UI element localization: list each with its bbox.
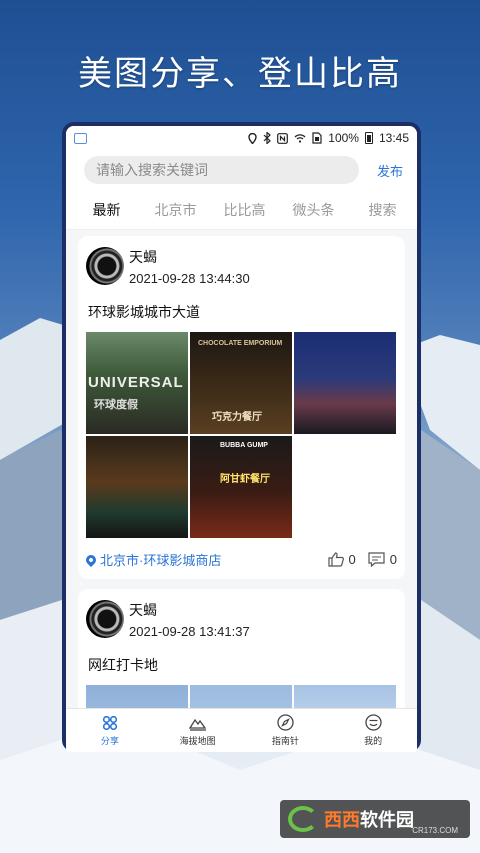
nfc-icon — [277, 132, 289, 144]
profile-icon — [364, 714, 382, 731]
clock: 13:45 — [378, 131, 409, 145]
status-bar: 100% 13:45 — [66, 126, 417, 150]
category-tabs: 最新 北京市 比比高 微头条 搜索 — [66, 190, 417, 230]
battery-percent: 100% — [328, 131, 359, 145]
photo-thumbnail[interactable]: BUBBA GUMP 阿甘虾餐厅 — [190, 436, 292, 538]
bottom-navigation: 分享 海拔地图 指南针 我的 — [66, 708, 417, 752]
tab-beijing[interactable]: 北京市 — [141, 190, 210, 230]
avatar[interactable] — [86, 600, 124, 638]
photo-caption: 巧克力餐厅 — [212, 412, 262, 423]
photo-caption: UNIVERSAL — [88, 374, 184, 391]
watermark-url: CR173.COM — [412, 826, 458, 835]
post-meta: 北京市·环球影城商店 0 0 — [83, 550, 397, 569]
like-count: 0 — [348, 552, 356, 567]
bluetooth-icon — [263, 132, 272, 144]
nav-compass[interactable]: 指南针 — [242, 709, 330, 752]
search-row: 发布 — [66, 150, 417, 190]
location-text: 北京市·环球影城商店 — [100, 553, 222, 568]
mountain-map-icon — [188, 718, 206, 731]
photo-thumbnail[interactable] — [86, 436, 188, 538]
tab-micro-headlines[interactable]: 微头条 — [279, 190, 348, 230]
tab-latest[interactable]: 最新 — [72, 190, 141, 230]
like-button[interactable]: 0 — [327, 552, 356, 567]
comment-icon — [368, 552, 385, 567]
author-name: 天蝎 — [129, 601, 157, 618]
sim-card-icon — [312, 132, 322, 144]
watermark-text: 西西软件园 — [324, 810, 414, 830]
photo-caption: BUBBA GUMP — [220, 442, 268, 449]
tab-search[interactable]: 搜索 — [348, 190, 417, 230]
photo-caption: 阿甘虾餐厅 — [220, 474, 270, 485]
photo-thumbnail[interactable]: CHOCOLATE EMPORIUM 巧克力餐厅 — [190, 332, 292, 434]
nav-profile[interactable]: 我的 — [329, 709, 417, 752]
phone-frame: 100% 13:45 发布 最新 北京市 比比高 微头条 搜索 天蝎 2021-… — [62, 122, 421, 752]
thumbs-up-icon — [327, 552, 344, 567]
location-pin-icon — [83, 552, 99, 567]
post-card[interactable]: 天蝎 2021-09-28 13:44:30 环球影城城市大道 UNIVERSA… — [78, 236, 405, 579]
headline: 美图分享、登山比高 — [78, 55, 402, 93]
post-time: 2021-09-28 13:44:30 — [129, 270, 250, 286]
post-time: 2021-09-28 13:41:37 — [129, 623, 250, 639]
watermark: 西西软件园 CR173.COM — [280, 800, 470, 838]
share-icon — [102, 715, 117, 730]
post-title: 环球影城城市大道 — [88, 304, 200, 320]
app-screen: 100% 13:45 发布 最新 北京市 比比高 微头条 搜索 天蝎 2021-… — [66, 126, 417, 752]
post-title: 网红打卡地 — [88, 657, 158, 673]
comment-button[interactable]: 0 — [368, 552, 397, 567]
nav-altitude-map[interactable]: 海拔地图 — [154, 709, 242, 752]
avatar[interactable] — [86, 247, 124, 285]
nav-share[interactable]: 分享 — [66, 709, 154, 752]
post-author: 天蝎 2021-09-28 13:41:37 — [86, 597, 397, 641]
app-notification-icon — [74, 132, 87, 144]
search-input[interactable] — [84, 156, 359, 184]
author-name: 天蝎 — [129, 248, 157, 265]
battery-icon — [364, 132, 373, 144]
nav-label: 分享 — [100, 735, 119, 746]
photo-thumbnail[interactable] — [294, 332, 396, 434]
nav-label: 海拔地图 — [179, 735, 216, 746]
photo-caption: CHOCOLATE EMPORIUM — [198, 340, 283, 347]
nav-label: 指南针 — [271, 736, 299, 746]
post-author: 天蝎 2021-09-28 13:44:30 — [86, 244, 397, 288]
photo-thumbnail[interactable]: UNIVERSAL 环球度假 — [86, 332, 188, 434]
nav-label: 我的 — [364, 736, 383, 746]
post-feed: 天蝎 2021-09-28 13:44:30 环球影城城市大道 UNIVERSA… — [66, 230, 417, 752]
post-location[interactable]: 北京市·环球影城商店 — [83, 550, 316, 569]
compass-icon — [277, 714, 294, 731]
comment-count: 0 — [389, 552, 397, 567]
watermark-logo-icon — [288, 806, 318, 832]
wifi-icon — [294, 133, 306, 143]
location-icon — [248, 132, 257, 144]
publish-button[interactable]: 发布 — [377, 161, 403, 180]
tab-compare-height[interactable]: 比比高 — [210, 190, 279, 230]
photo-grid: UNIVERSAL 环球度假 CHOCOLATE EMPORIUM 巧克力餐厅 … — [86, 332, 397, 538]
photo-caption: 环球度假 — [94, 399, 138, 411]
